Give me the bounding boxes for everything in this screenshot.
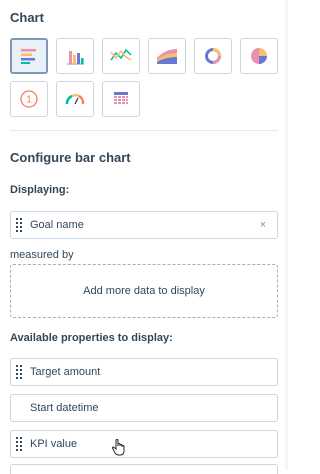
pie-chart-icon (251, 48, 267, 64)
available-properties-label: Available properties to display: (10, 332, 173, 344)
dropzone-text: Add more data to display (83, 285, 205, 297)
section-divider (10, 130, 278, 131)
property-kpi-value[interactable]: KPI value (10, 430, 278, 458)
measure-dropzone[interactable]: Add more data to display (10, 264, 278, 318)
area-chart-icon (157, 49, 177, 64)
drag-handle-icon[interactable] (16, 365, 22, 379)
chart-type-donut[interactable] (194, 38, 232, 74)
displaying-field-goal-name[interactable]: Goal name × (10, 211, 278, 239)
chart-type-single-value[interactable]: 1 (10, 81, 48, 117)
horizontal-bar-chart-icon (21, 49, 36, 64)
close-icon[interactable]: × (255, 219, 271, 231)
measured-by-label: measured by (10, 249, 74, 261)
chart-type-pie[interactable] (240, 38, 278, 74)
configure-title: Configure bar chart (10, 150, 131, 165)
svg-text:1: 1 (26, 95, 32, 106)
property-target-amount[interactable]: Target amount (10, 358, 278, 386)
gauge-icon (65, 93, 85, 105)
drag-handle-icon[interactable] (16, 218, 22, 232)
hand-cursor-icon (111, 439, 125, 456)
line-chart-icon (110, 48, 132, 61)
chart-type-table[interactable] (102, 81, 140, 117)
property-label: KPI value (30, 438, 78, 450)
displaying-field-label: Goal name (30, 219, 84, 231)
chart-type-horizontal-bar[interactable] (10, 38, 48, 74)
vertical-bar-chart-icon (67, 51, 84, 65)
chart-type-line[interactable] (102, 38, 140, 74)
donut-chart-icon (205, 48, 221, 64)
property-label: Target amount (30, 366, 101, 378)
property-next-partial[interactable] (10, 464, 278, 474)
scrollbar-track[interactable] (285, 0, 288, 470)
property-label: Start datetime (30, 402, 99, 414)
chart-section-title: Chart (10, 10, 44, 25)
table-icon (114, 92, 128, 104)
chart-type-area[interactable] (148, 38, 186, 74)
single-value-icon: 1 (20, 90, 38, 108)
property-start-datetime[interactable]: Start datetime (10, 394, 278, 422)
chart-type-gauge[interactable] (56, 81, 94, 117)
displaying-label: Displaying: (10, 184, 70, 196)
drag-handle-icon[interactable] (16, 437, 22, 451)
chart-type-vertical-bar[interactable] (56, 38, 94, 74)
